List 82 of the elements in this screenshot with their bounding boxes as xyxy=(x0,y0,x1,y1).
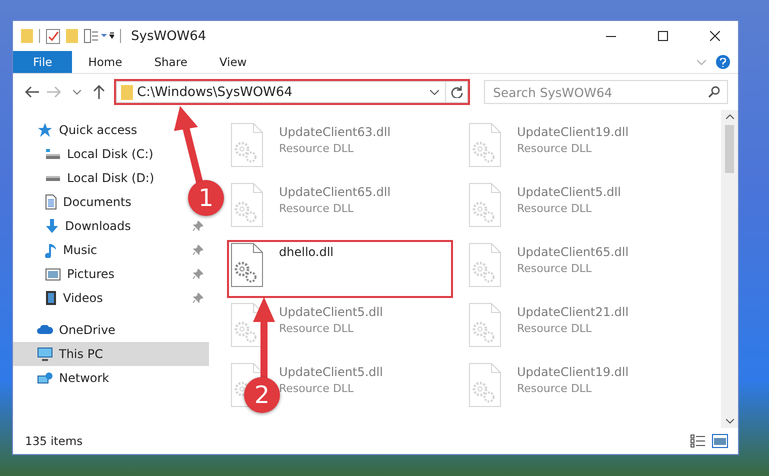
file-name[interactable]: UpdateClient19.dll xyxy=(517,365,629,379)
sidebar-item[interactable]: Local Disk (D:) xyxy=(13,166,160,190)
gear-file-icon xyxy=(231,183,263,227)
film-icon xyxy=(45,290,57,306)
chevron-down-icon xyxy=(430,90,439,94)
sidebar-item[interactable]: Videos xyxy=(13,286,209,310)
file-type: Resource DLL xyxy=(279,322,355,335)
music-note-icon xyxy=(45,242,57,258)
gear-file-icon xyxy=(469,243,501,287)
maximize-icon xyxy=(658,31,668,41)
chevron-down-icon xyxy=(72,90,81,94)
details-view-icon[interactable] xyxy=(690,434,706,448)
file-name[interactable]: UpdateClient5.dll xyxy=(279,365,383,379)
file-type: Resource DLL xyxy=(279,142,355,155)
file-name[interactable]: UpdateClient63.dll xyxy=(279,125,391,139)
file-type: Resource DLL xyxy=(279,382,355,395)
ribbon-tab[interactable]: Share xyxy=(138,51,204,73)
download-arrow-icon xyxy=(45,219,59,233)
file-type: Resource DLL xyxy=(517,142,593,155)
ribbon-tab[interactable]: Home xyxy=(72,51,138,73)
back-arrow-icon xyxy=(25,86,40,98)
window-title: SysWOW64 xyxy=(131,28,208,44)
gear-file-icon xyxy=(231,303,263,347)
forward-arrow-icon xyxy=(47,86,62,98)
gear-file-icon xyxy=(469,183,501,227)
customize-toolbar-icon[interactable] xyxy=(84,29,114,43)
star-icon xyxy=(37,122,53,138)
ribbon-tab[interactable]: File xyxy=(13,51,72,73)
scroll-down-icon[interactable] xyxy=(726,419,734,424)
picture-icon xyxy=(45,268,61,280)
sidebar-item[interactable]: Music xyxy=(13,238,209,262)
file-name[interactable]: UpdateClient5.dll xyxy=(517,185,621,199)
refresh-button[interactable] xyxy=(446,81,468,103)
drive-icon xyxy=(45,149,61,159)
search-field[interactable]: Search SysWOW64 xyxy=(484,80,728,104)
pin-icon xyxy=(193,269,203,279)
folder-icon xyxy=(121,84,133,100)
file-name[interactable]: UpdateClient21.dll xyxy=(517,305,629,319)
up-arrow-icon xyxy=(92,85,105,99)
file-type: Resource DLL xyxy=(517,202,593,215)
file-name[interactable]: UpdateClient65.dll xyxy=(279,185,391,199)
sidebar-item[interactable]: Downloads xyxy=(13,214,209,238)
close-icon xyxy=(710,31,720,41)
gear-file-icon xyxy=(231,243,263,287)
help-icon[interactable] xyxy=(716,55,730,69)
gear-file-icon xyxy=(469,303,501,347)
scroll-thumb[interactable] xyxy=(725,125,734,173)
sidebar-item[interactable]: OneDrive xyxy=(13,318,122,342)
gear-file-icon xyxy=(469,123,501,167)
sidebar-item[interactable]: Pictures xyxy=(13,262,209,286)
file-type: Resource DLL xyxy=(517,382,593,395)
item-count: 135 items xyxy=(25,434,84,448)
sidebar-item[interactable]: Documents xyxy=(13,190,138,214)
drive-icon xyxy=(45,175,61,181)
large-icons-view-icon[interactable] xyxy=(712,434,728,448)
pin-icon xyxy=(193,293,203,303)
sidebar-item[interactable]: Quick access xyxy=(13,118,144,142)
ribbon-tab[interactable]: View xyxy=(203,51,263,73)
properties-icon[interactable] xyxy=(46,28,60,44)
refresh-icon xyxy=(450,86,462,98)
sidebar-item[interactable]: This PC xyxy=(13,342,209,366)
file-name[interactable]: dhello.dll xyxy=(279,245,334,259)
file-type: Resource DLL xyxy=(279,202,355,215)
file-name[interactable]: UpdateClient65.dll xyxy=(517,245,629,259)
gear-file-icon xyxy=(231,123,263,167)
monitor-icon xyxy=(37,347,53,361)
file-name[interactable]: UpdateClient5.dll xyxy=(279,305,383,319)
pin-icon xyxy=(193,221,203,231)
document-icon xyxy=(45,194,57,210)
scrollbar[interactable] xyxy=(721,110,738,428)
gear-file-icon xyxy=(469,363,501,407)
file-type: Resource DLL xyxy=(517,322,593,335)
search-icon xyxy=(708,86,720,98)
network-icon xyxy=(37,372,53,384)
cloud-icon xyxy=(37,325,53,335)
sidebar-item[interactable]: Local Disk (C:) xyxy=(13,142,160,166)
address-bar[interactable]: C:\Windows\SysWOW64 xyxy=(116,81,446,103)
file-type: Resource DLL xyxy=(517,262,593,275)
sidebar-item[interactable]: Network xyxy=(13,366,116,390)
pin-icon xyxy=(193,245,203,255)
scroll-up-icon[interactable] xyxy=(726,114,734,119)
file-name[interactable]: UpdateClient19.dll xyxy=(517,125,629,139)
